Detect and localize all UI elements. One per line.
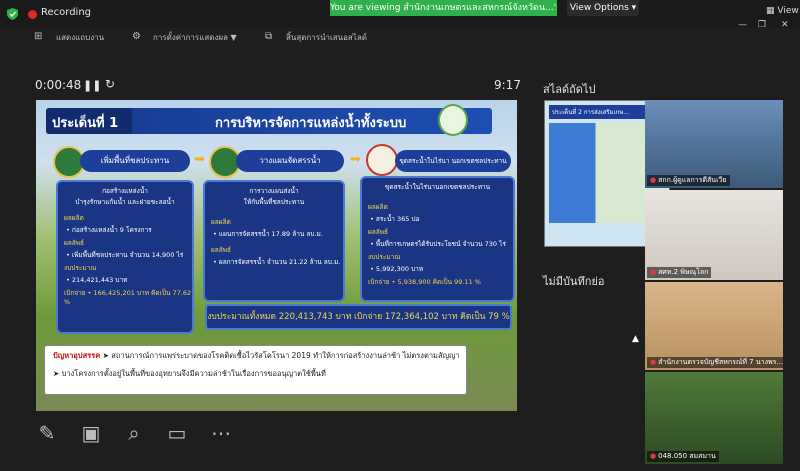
budget-value: • 5,992,300 บาท	[370, 265, 424, 273]
label-budget: งบประมาณ	[64, 264, 97, 272]
settings-icon: ⚙	[132, 31, 141, 42]
speaker-notes: ไม่มีบันทึกย่อ	[543, 275, 605, 288]
output-value: • ก่อสร้างแหล่งน้ำ 9 โครงการ	[66, 226, 152, 234]
screen-icon[interactable]: ▭	[164, 420, 190, 446]
panel-irrigation: ก่อสร้างแหล่งน้ำ บำรุงรักษาแก้มน้ำ และฝา…	[56, 180, 194, 334]
problem-line: ➤ บางโครงการตั้งอยู่ในพื้นที่ของอุทยานจึ…	[53, 369, 326, 378]
participant-video[interactable]: ● สกก.ผู้ดูแลการดีสันเวีย	[645, 100, 783, 188]
restart-timer-icon[interactable]: ↻	[105, 77, 115, 91]
pill-farm-pond: ขุดสระน้ำในไร่นา นอกเขตชลประทาน	[395, 150, 511, 172]
spent-value: เบิกจ่าย • 166,425,201 บาท คิดเป็น 77.62…	[64, 289, 192, 306]
close-icon[interactable]: ✕	[781, 20, 789, 30]
spent-value: เบิกจ่าย • 5,938,900 คิดเป็น 99.11 %	[368, 278, 481, 286]
arrow-right-icon: ➡	[350, 152, 361, 167]
panel-heading: ขุดสระน้ำในไร่นานอกเขตชลประทาน	[384, 183, 491, 191]
pen-icon[interactable]: ✎	[34, 420, 60, 446]
arrow-right-icon: ➡	[194, 152, 205, 167]
panel-allocation: การวางแผนส่งน้ำ ให้กับพื้นที่ชลประทาน ผล…	[203, 180, 345, 302]
output-value: • แผนการจัดสรรน้ำ 17.89 ล้าน ลบ.ม.	[213, 230, 323, 238]
participant-name: ● สศท.2 พิษณุโลก	[647, 267, 712, 278]
participant-video[interactable]: ● 048.050 สมสมาน	[645, 372, 783, 464]
display-settings-button[interactable]: การตั้งค่าการแสดงผล ▼	[153, 31, 237, 44]
participant-name: ● 048.050 สมสมาน	[647, 451, 719, 462]
participant-name: ● สกก.ผู้ดูแลการดีสันเวีย	[647, 175, 730, 186]
taskbar-icon: ⊞	[34, 31, 43, 42]
slide-title: การบริหารจัดการแหล่งน้ำทั้งระบบ	[215, 116, 407, 131]
label-outcome: ผลลัพธ์	[64, 239, 85, 247]
label-outcome: ผลลัพธ์	[211, 246, 232, 254]
problem-text: สถานการณ์การแพร่ระบาดของโรคติดเชื้อไวรัส…	[111, 351, 460, 360]
end-show-icon: ⧉	[265, 31, 273, 42]
department-logo-icon	[438, 104, 468, 136]
shield-check-icon[interactable]	[7, 8, 18, 20]
participant-video[interactable]: ● สศท.2 พิษณุโลก	[645, 190, 783, 280]
screen-share-banner: You are viewing สำนักงานเกษตรและสหกรณ์จั…	[330, 0, 557, 16]
view-options-button[interactable]: View Options ▾	[567, 0, 639, 16]
end-slideshow-button[interactable]: สิ้นสุดการนำเสนอสไลด์	[286, 31, 367, 44]
panel-heading: การวางแผนส่งน้ำ	[249, 187, 299, 195]
mouse-cursor-icon: ▲	[632, 334, 639, 344]
mic-muted-icon: ●	[650, 358, 657, 366]
next-slide-label: สไลด์ถัดไป	[543, 83, 596, 96]
mic-muted-icon: ●	[650, 452, 657, 460]
problems-box: ปัญหาอุปสรรค ➤ สถานการณ์การแพร่ระบาดของโ…	[44, 345, 467, 395]
elapsed-timer: 0:00:48	[35, 78, 82, 92]
more-options-icon[interactable]: ⋯	[208, 420, 234, 446]
participant-video[interactable]: ● สำนักงานตรวจบัญชีสหกรณ์ที่ 7 นางพร...	[645, 282, 783, 370]
show-taskbar-button[interactable]: แสดงแถบงาน	[56, 31, 104, 44]
label-output: ผลผลิต	[368, 203, 388, 211]
problem-text: บางโครงการตั้งอยู่ในพื้นที่ของอุทยานจึงม…	[61, 369, 326, 378]
panel-heading: ก่อสร้างแหล่งน้ำ	[102, 187, 148, 195]
total-budget-bar: งบประมาณทั้งหมด 220,413,743 บาท เบิกจ่าย…	[205, 304, 512, 330]
budget-value: • 214,421,443 บาท	[66, 276, 128, 284]
view-icon: ▦	[766, 6, 778, 16]
outcome-value: • ผลการจัดสรรน้ำ จำนวน 21.22 ล้าน ลบ.ม.	[213, 258, 341, 266]
output-value: • สระน้ำ 365 บ่อ	[370, 215, 420, 223]
label-output: ผลผลิต	[211, 218, 231, 226]
problem-line: ปัญหาอุปสรรค ➤ สถานการณ์การแพร่ระบาดของโ…	[53, 351, 460, 360]
mic-muted-icon: ●	[650, 176, 657, 184]
restore-icon[interactable]: ❐	[758, 20, 766, 30]
pill-increase-irrigation: เพิ่มพื้นที่ชลประทาน	[80, 150, 190, 172]
pause-icon[interactable]: ❚❚	[83, 79, 101, 92]
problem-heading: ปัญหาอุปสรรค	[53, 351, 101, 360]
farm-pond-icon	[366, 144, 398, 176]
minimize-icon[interactable]: —	[738, 20, 747, 30]
outcome-value: • เพิ่มพื้นที่ชลประทาน จำนวน 14,900 ไร่	[66, 251, 184, 259]
current-time: 9:17	[494, 78, 521, 92]
label-budget: งบประมาณ	[368, 253, 401, 261]
view-button[interactable]: ▦ View	[766, 6, 799, 16]
mic-muted-icon: ●	[650, 268, 657, 276]
view-label: View	[777, 6, 799, 16]
label-output: ผลผลิต	[64, 214, 84, 222]
participant-name: ● สำนักงานตรวจบัญชีสหกรณ์ที่ 7 นางพร...	[647, 357, 783, 368]
label-outcome: ผลลัพธ์	[368, 228, 389, 236]
recording-label: Recording	[41, 7, 92, 18]
slide-number: ประเด็นที่ 1	[52, 116, 119, 131]
pill-water-allocation: วางแผนจัดสรรน้ำ	[236, 150, 344, 172]
zoom-icon[interactable]: ⌕	[121, 420, 147, 446]
panel-heading: บำรุงรักษาแก้มน้ำ และฝายชะลอน้ำ	[75, 198, 175, 206]
panel-farm-pond: ขุดสระน้ำในไร่นานอกเขตชลประทาน ผลผลิต • …	[360, 176, 515, 302]
recording-icon	[28, 10, 37, 19]
see-all-slides-icon[interactable]: ▣	[78, 420, 104, 446]
panel-heading: ให้กับพื้นที่ชลประทาน	[243, 198, 305, 206]
outcome-value: • พื้นที่การเกษตรได้รับประโยชน์ จำนวน 73…	[370, 240, 506, 248]
